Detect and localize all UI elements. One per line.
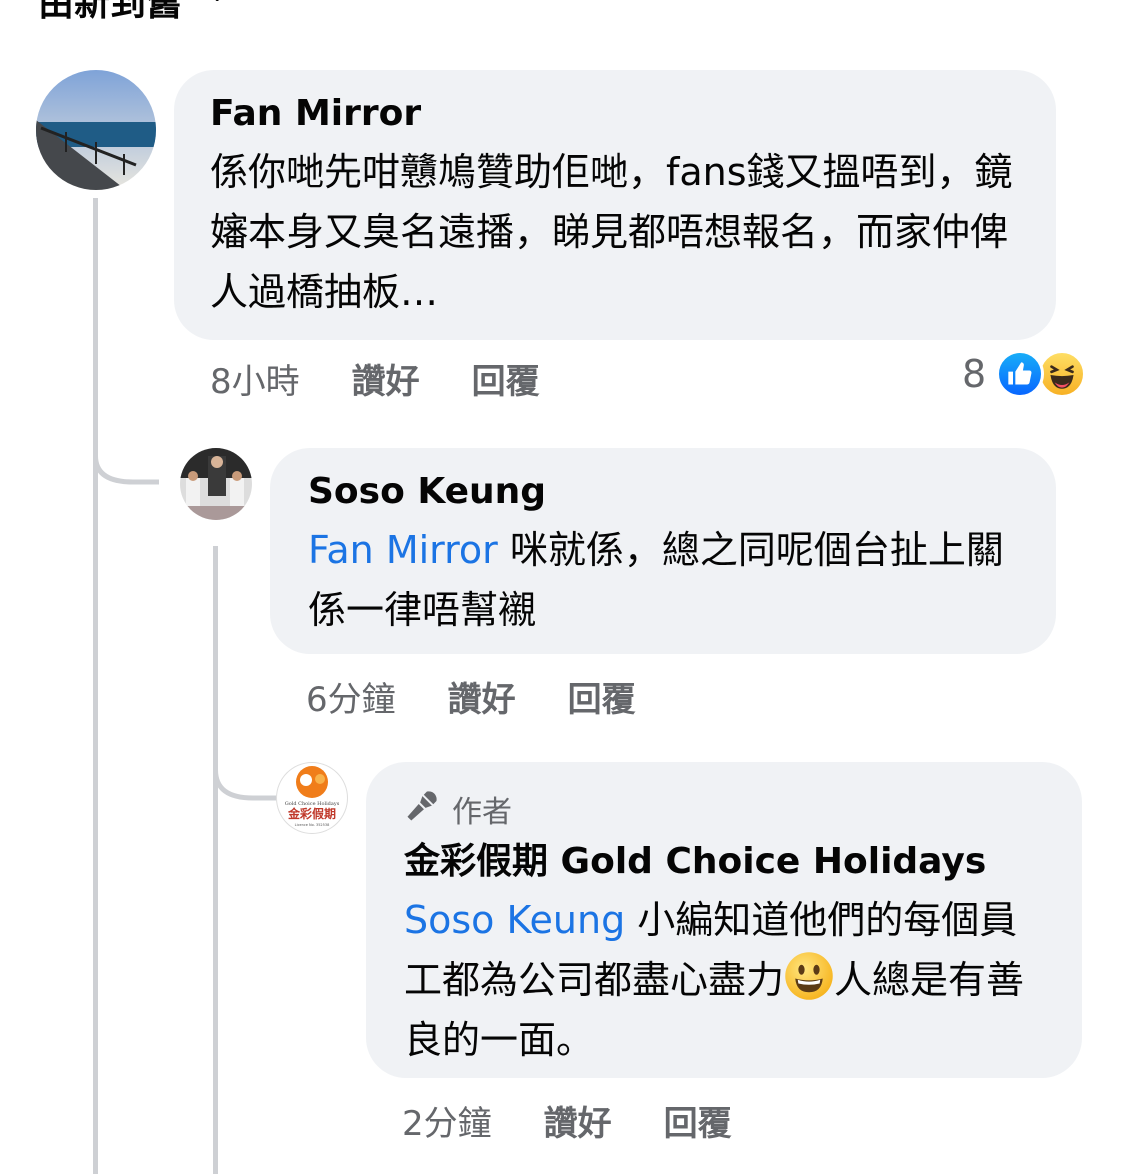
- comment-bubble: Soso Keung Fan Mirror 咪就係，總之同呢個台扯上關係一律唔幫…: [270, 448, 1056, 654]
- comment-time[interactable]: 2分鐘: [402, 1096, 492, 1145]
- thread-line: [93, 198, 98, 1174]
- comment-text: 係你哋先咁戇鳩贊助佢哋，fans錢又搵唔到，鏡嬸本身又臭名遠播，睇見都唔想報名，…: [210, 150, 1013, 314]
- sort-dropdown[interactable]: 由新到舊 ⌄: [38, 0, 226, 26]
- reply-button[interactable]: 回覆: [472, 354, 540, 403]
- comment-actions: 2分鐘 讚好 回覆: [402, 1096, 784, 1145]
- comment-author[interactable]: 金彩假期 Gold Choice Holidays: [404, 840, 1046, 884]
- avatar[interactable]: [180, 448, 252, 520]
- author-badge: 作者: [404, 786, 1046, 832]
- reply-button[interactable]: 回覆: [664, 1096, 732, 1145]
- page-logo-avatar[interactable]: Gold Choice Holidays 金彩假期 Licence No. 35…: [276, 762, 348, 834]
- author-badge-label: 作者: [452, 795, 512, 830]
- comment-actions: 6分鐘 讚好 回覆: [306, 672, 688, 721]
- like-button[interactable]: 讚好: [544, 1096, 612, 1145]
- reply-button[interactable]: 回覆: [568, 672, 636, 721]
- reaction-count: 8: [962, 352, 987, 396]
- reaction-summary[interactable]: 8: [962, 350, 1087, 398]
- comment-time[interactable]: 8小時: [210, 354, 300, 403]
- like-button[interactable]: 讚好: [448, 672, 516, 721]
- comment-bubble: Fan Mirror 係你哋先咁戇鳩贊助佢哋，fans錢又搵唔到，鏡嬸本身又臭名…: [174, 70, 1056, 340]
- mention-link[interactable]: Soso Keung: [404, 898, 625, 942]
- thread-line: [213, 546, 218, 1174]
- comment-author[interactable]: Soso Keung: [308, 470, 1020, 514]
- haha-icon: [1038, 350, 1087, 398]
- comment-author[interactable]: Fan Mirror: [210, 92, 1020, 136]
- sort-label: 由新到舊: [38, 0, 183, 24]
- logo-line3: Licence No. 352538: [295, 823, 330, 827]
- microphone-icon: [404, 786, 442, 832]
- chevron-down-icon: ⌄: [208, 0, 226, 7]
- logo-line2: 金彩假期: [287, 806, 336, 821]
- like-button[interactable]: 讚好: [352, 354, 420, 403]
- comment-text: Fan Mirror 咪就係，總之同呢個台扯上關係一律唔幫襯: [308, 520, 1020, 640]
- comment-bubble: 作者 金彩假期 Gold Choice Holidays Soso Keung …: [366, 762, 1082, 1078]
- smile-emoji-icon: [785, 952, 833, 1000]
- like-icon: [996, 350, 1045, 398]
- avatar[interactable]: [36, 70, 156, 190]
- comment-actions: 8小時 讚好 回覆: [210, 354, 592, 403]
- thread-branch: [213, 740, 279, 801]
- mention-link[interactable]: Fan Mirror: [308, 528, 498, 572]
- thread-branch: [93, 420, 159, 485]
- comment-time[interactable]: 6分鐘: [306, 672, 396, 721]
- comment-text: Soso Keung 小編知道他們的每個員工都為公司都盡心盡力 人總是有善良的一…: [404, 890, 1046, 1070]
